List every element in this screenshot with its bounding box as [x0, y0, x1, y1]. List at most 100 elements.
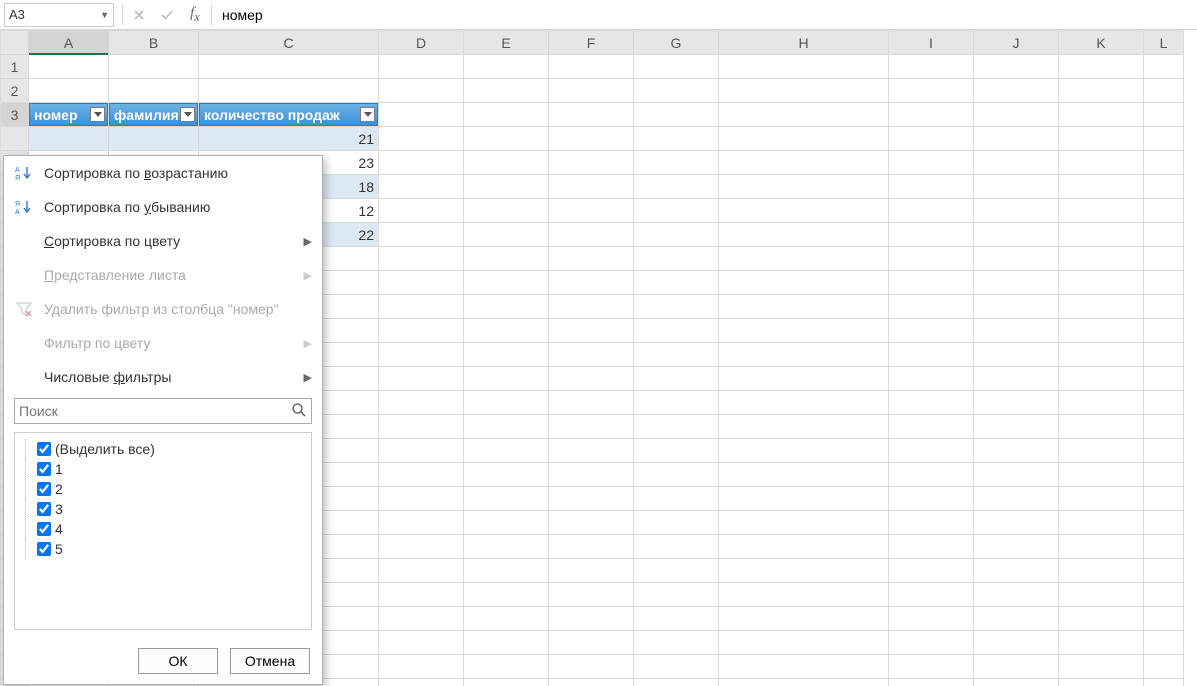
column-header-H[interactable]: H	[719, 31, 889, 55]
cell[interactable]	[464, 487, 549, 511]
cell[interactable]	[379, 247, 464, 271]
cell[interactable]	[889, 295, 974, 319]
cell[interactable]	[29, 127, 109, 151]
filter-search-input[interactable]	[19, 403, 291, 419]
cell[interactable]	[549, 583, 634, 607]
cell[interactable]	[464, 535, 549, 559]
cell[interactable]	[974, 439, 1059, 463]
cell[interactable]	[634, 535, 719, 559]
cell[interactable]	[1059, 463, 1144, 487]
cell[interactable]	[889, 607, 974, 631]
cell[interactable]	[379, 199, 464, 223]
cell[interactable]	[719, 79, 889, 103]
cell[interactable]	[889, 247, 974, 271]
cell[interactable]	[889, 271, 974, 295]
cell[interactable]	[974, 79, 1059, 103]
cell[interactable]	[634, 391, 719, 415]
cell[interactable]	[1144, 199, 1184, 223]
column-header-E[interactable]: E	[464, 31, 549, 55]
cell[interactable]	[549, 295, 634, 319]
cell[interactable]	[889, 127, 974, 151]
cell[interactable]	[974, 151, 1059, 175]
cell[interactable]	[109, 127, 199, 151]
cell[interactable]	[379, 55, 464, 79]
cell[interactable]	[379, 151, 464, 175]
cell[interactable]	[379, 271, 464, 295]
cell[interactable]	[719, 367, 889, 391]
cell[interactable]	[634, 463, 719, 487]
cell[interactable]	[889, 55, 974, 79]
cell[interactable]	[889, 487, 974, 511]
filter-checkbox[interactable]	[37, 502, 51, 516]
cell[interactable]	[974, 367, 1059, 391]
cell[interactable]	[464, 127, 549, 151]
column-header-D[interactable]: D	[379, 31, 464, 55]
cell[interactable]	[464, 559, 549, 583]
cell[interactable]	[719, 127, 889, 151]
cell[interactable]	[464, 271, 549, 295]
cell[interactable]	[549, 367, 634, 391]
cell[interactable]	[549, 247, 634, 271]
column-header-B[interactable]: B	[109, 31, 199, 55]
cell[interactable]	[1144, 583, 1184, 607]
cell-B3[interactable]: фамилия	[109, 103, 199, 127]
cell[interactable]	[1059, 679, 1144, 686]
cell[interactable]	[974, 199, 1059, 223]
cell[interactable]	[379, 679, 464, 686]
cell[interactable]	[464, 463, 549, 487]
cell[interactable]	[1059, 631, 1144, 655]
cell[interactable]	[1144, 271, 1184, 295]
cell[interactable]	[464, 295, 549, 319]
cell[interactable]	[974, 535, 1059, 559]
cell[interactable]	[379, 439, 464, 463]
cell[interactable]	[379, 607, 464, 631]
cell[interactable]	[634, 223, 719, 247]
cell[interactable]	[549, 319, 634, 343]
ok-button[interactable]: ОК	[138, 648, 218, 674]
cell[interactable]	[29, 79, 109, 103]
cell[interactable]	[719, 559, 889, 583]
cell[interactable]	[1144, 559, 1184, 583]
cell[interactable]	[634, 319, 719, 343]
cell[interactable]	[889, 535, 974, 559]
cell[interactable]	[974, 511, 1059, 535]
cell[interactable]	[634, 607, 719, 631]
cancel-button[interactable]: Отмена	[230, 648, 310, 674]
cell[interactable]	[1144, 487, 1184, 511]
cell[interactable]	[1144, 103, 1184, 127]
cell[interactable]	[379, 487, 464, 511]
cell[interactable]	[464, 175, 549, 199]
cell[interactable]	[549, 175, 634, 199]
cell[interactable]	[1059, 367, 1144, 391]
cell[interactable]	[974, 319, 1059, 343]
cell[interactable]	[1144, 295, 1184, 319]
cell[interactable]	[889, 391, 974, 415]
cell[interactable]	[889, 175, 974, 199]
cell[interactable]	[1059, 79, 1144, 103]
cell[interactable]	[974, 583, 1059, 607]
cell[interactable]	[1144, 319, 1184, 343]
cell[interactable]	[464, 319, 549, 343]
cell[interactable]	[634, 415, 719, 439]
cell[interactable]	[1144, 175, 1184, 199]
column-header-G[interactable]: G	[634, 31, 719, 55]
cell[interactable]	[1059, 343, 1144, 367]
name-box[interactable]: A3 ▼	[4, 3, 114, 27]
cell[interactable]	[889, 223, 974, 247]
cell[interactable]	[1144, 223, 1184, 247]
cell[interactable]	[634, 175, 719, 199]
cell[interactable]	[464, 151, 549, 175]
cell[interactable]	[634, 631, 719, 655]
cell[interactable]	[379, 79, 464, 103]
cell[interactable]	[549, 655, 634, 679]
cell[interactable]	[974, 343, 1059, 367]
cell[interactable]	[464, 679, 549, 686]
cell[interactable]	[719, 271, 889, 295]
cell[interactable]	[974, 295, 1059, 319]
cell[interactable]	[634, 79, 719, 103]
cell[interactable]	[889, 463, 974, 487]
cell[interactable]	[1059, 511, 1144, 535]
cell[interactable]	[974, 271, 1059, 295]
cell[interactable]	[1144, 367, 1184, 391]
cell[interactable]	[719, 391, 889, 415]
